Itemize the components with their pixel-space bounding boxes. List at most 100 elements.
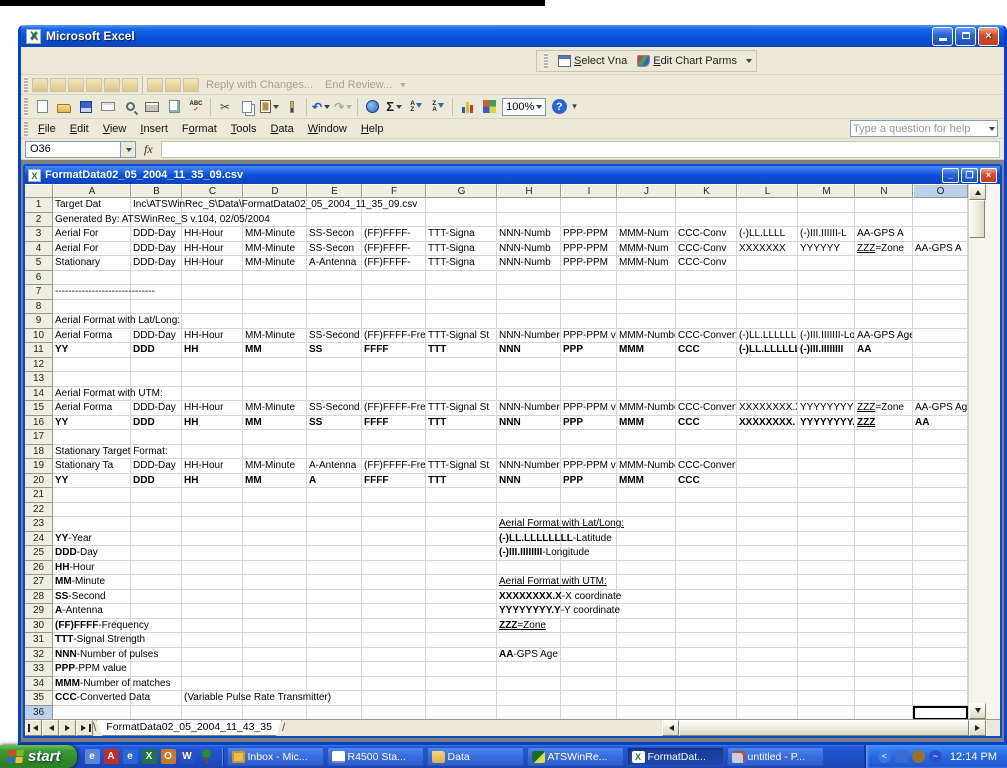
cell-H7[interactable]	[497, 285, 561, 300]
cell-D4[interactable]: MM-Minute	[243, 241, 307, 256]
cell-F33[interactable]	[362, 662, 426, 677]
cell-F16[interactable]: FFFF	[362, 415, 426, 430]
open-icon[interactable]	[54, 97, 74, 117]
cell-K29[interactable]	[676, 604, 737, 619]
cell-C33[interactable]	[182, 662, 243, 677]
cell-I3[interactable]: PPP-PPM	[561, 227, 617, 242]
cell-G32[interactable]	[426, 647, 497, 662]
column-header-I[interactable]: I	[561, 184, 617, 198]
cell-N35[interactable]	[855, 691, 913, 706]
cell-C36[interactable]	[182, 705, 243, 719]
cell-I31[interactable]	[561, 633, 617, 648]
quicklaunch-msn-icon[interactable]: e	[84, 749, 100, 764]
cell-L17[interactable]	[737, 430, 798, 445]
row-header-25[interactable]: 25	[25, 546, 53, 561]
cell-C14[interactable]	[182, 386, 243, 401]
cell-D24[interactable]	[243, 531, 307, 546]
cell-O11[interactable]	[913, 343, 968, 358]
cell-O32[interactable]	[913, 647, 968, 662]
cell-J12[interactable]	[617, 357, 676, 372]
cell-A30[interactable]: (FF)FFFF-Frequency	[53, 618, 149, 633]
cell-B20[interactable]: DDD	[131, 473, 182, 488]
cell-O17[interactable]	[913, 430, 968, 445]
cell-H4[interactable]: NNN-Numb	[497, 241, 561, 256]
cell-J1[interactable]	[617, 198, 676, 213]
cell-K15[interactable]: CCC-Convert	[676, 401, 737, 416]
cell-D33[interactable]	[243, 662, 307, 677]
cell-O13[interactable]	[913, 372, 968, 387]
cell-K28[interactable]	[676, 589, 737, 604]
cell-C13[interactable]	[182, 372, 243, 387]
cell-E25[interactable]	[307, 546, 362, 561]
cell-D22[interactable]	[243, 502, 307, 517]
row-header-19[interactable]: 19	[25, 459, 53, 474]
cell-C20[interactable]: HH	[182, 473, 243, 488]
cell-E30[interactable]	[307, 618, 362, 633]
cell-E17[interactable]	[307, 430, 362, 445]
cell-O16[interactable]: AA	[913, 415, 968, 430]
cell-H26[interactable]	[497, 560, 561, 575]
cell-B12[interactable]	[131, 357, 182, 372]
cell-F26[interactable]	[362, 560, 426, 575]
close-button[interactable]: ×	[978, 26, 999, 46]
copy-icon[interactable]	[237, 97, 257, 117]
select-all-corner[interactable]	[25, 184, 53, 198]
cell-K14[interactable]	[676, 386, 737, 401]
cell-B15[interactable]: DDD-Day	[131, 401, 182, 416]
cell-C21[interactable]	[182, 488, 243, 503]
help-question-input[interactable]: Type a question for help	[850, 120, 998, 137]
cell-E15[interactable]: SS-Second	[307, 401, 362, 416]
cell-E14[interactable]	[307, 386, 362, 401]
cell-F28[interactable]	[362, 589, 426, 604]
cell-C32[interactable]	[182, 647, 243, 662]
cell-H20[interactable]: NNN	[497, 473, 561, 488]
cell-A2[interactable]: Generated By: ATSWinRec_S v.104, 02/05/2…	[53, 212, 270, 227]
workbook-title-bar[interactable]: X FormatData02_05_2004_11_35_09.csv _ ❐ …	[25, 166, 1000, 184]
scroll-left-icon[interactable]	[662, 720, 679, 736]
tray-network-icon[interactable]	[894, 750, 908, 763]
help-icon[interactable]: ?	[549, 97, 569, 117]
column-header-N[interactable]: N	[855, 184, 913, 198]
review-icon[interactable]	[183, 77, 199, 92]
cell-M32[interactable]	[798, 647, 855, 662]
cell-C15[interactable]: HH-Hour	[182, 401, 243, 416]
task-atswinrec[interactable]: ATSWinRe...	[526, 747, 624, 766]
cell-A10[interactable]: Aerial Forma	[53, 328, 131, 343]
toolbar-options-icon[interactable]	[745, 59, 752, 66]
cell-C34[interactable]	[182, 676, 243, 691]
cell-I4[interactable]: PPP-PPM	[561, 241, 617, 256]
previous-sheet-button[interactable]	[42, 720, 59, 736]
cell-O34[interactable]	[913, 676, 968, 691]
cell-K24[interactable]	[676, 531, 737, 546]
cell-A15[interactable]: Aerial Forma	[53, 401, 131, 416]
cell-K18[interactable]	[676, 444, 737, 459]
cell-D14[interactable]	[243, 386, 307, 401]
cell-O9[interactable]	[913, 314, 968, 329]
cell-I6[interactable]	[561, 270, 617, 285]
cell-M30[interactable]	[798, 618, 855, 633]
cell-N3[interactable]: AA-GPS A	[855, 227, 913, 242]
cell-J23[interactable]	[617, 517, 676, 532]
review-icon[interactable]	[104, 77, 120, 92]
cell-J9[interactable]	[617, 314, 676, 329]
cell-G30[interactable]	[426, 618, 497, 633]
cell-N2[interactable]	[855, 212, 913, 227]
undo-icon[interactable]: ↶	[311, 97, 331, 117]
cell-C4[interactable]: HH-Hour	[182, 241, 243, 256]
formula-input[interactable]	[160, 140, 1000, 158]
cell-H19[interactable]: NNN-Number	[497, 459, 561, 474]
cell-B3[interactable]: DDD-Day	[131, 227, 182, 242]
cell-M7[interactable]	[798, 285, 855, 300]
cell-I12[interactable]	[561, 357, 617, 372]
cell-L32[interactable]	[737, 647, 798, 662]
cell-M19[interactable]	[798, 459, 855, 474]
cell-L27[interactable]	[737, 575, 798, 590]
save-icon[interactable]	[76, 97, 96, 117]
cell-F34[interactable]	[362, 676, 426, 691]
cell-E32[interactable]	[307, 647, 362, 662]
cell-K12[interactable]	[676, 357, 737, 372]
row-header-10[interactable]: 10	[25, 328, 53, 343]
cell-O21[interactable]	[913, 488, 968, 503]
cell-G6[interactable]	[426, 270, 497, 285]
row-header-14[interactable]: 14	[25, 386, 53, 401]
